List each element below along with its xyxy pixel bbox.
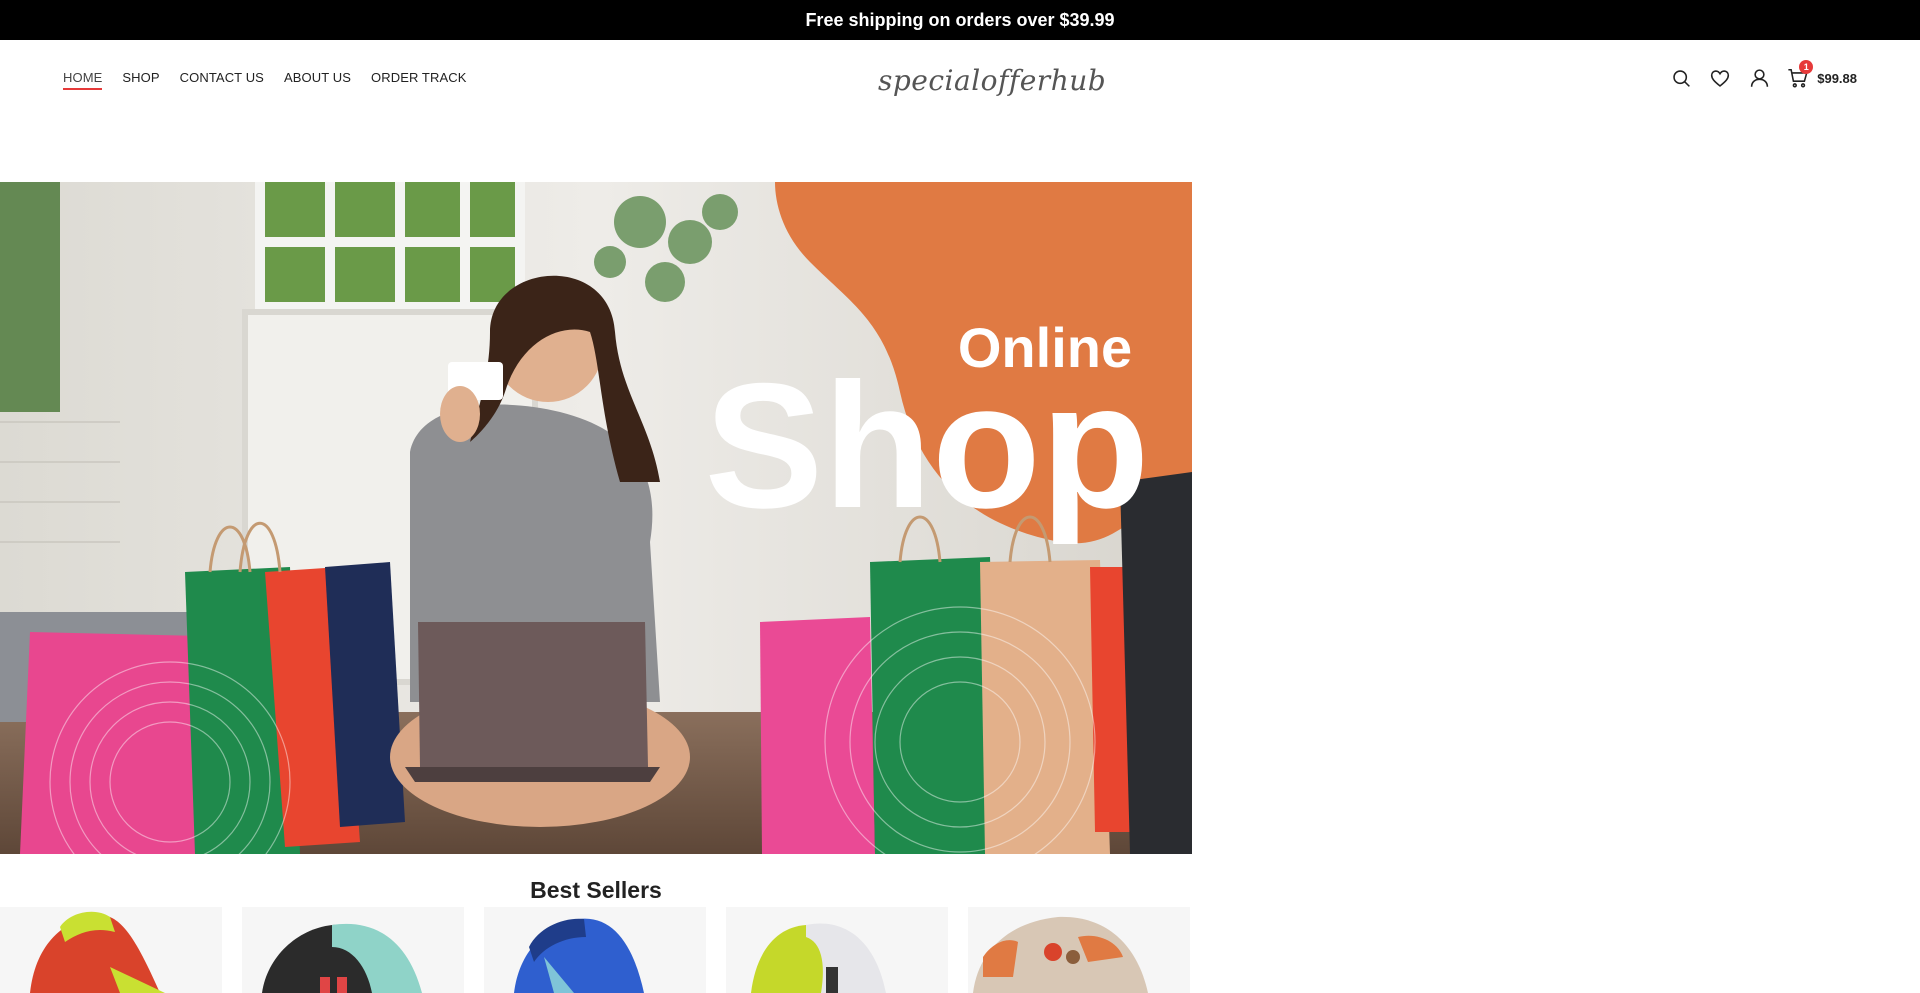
best-sellers-title: Best Sellers: [530, 877, 662, 903]
nav-order-track[interactable]: ORDER TRACK: [371, 70, 466, 90]
product-card[interactable]: [0, 907, 222, 993]
header-actions: 1 $99.88: [1670, 60, 1857, 89]
user-icon[interactable]: [1748, 67, 1770, 89]
product-image-shoe-5: [973, 916, 1148, 993]
announcement-bar: Free shipping on orders over $39.99: [0, 0, 1920, 40]
product-image-shoe-1: [30, 911, 165, 993]
hero-word-shop: Shop: [705, 346, 1150, 545]
cart-total: $99.88: [1817, 70, 1857, 86]
product-image-shoe-2: [262, 923, 422, 993]
product-card[interactable]: [484, 907, 706, 993]
product-card[interactable]: [726, 907, 948, 993]
heart-icon[interactable]: [1709, 67, 1731, 89]
cart-button[interactable]: 1 $99.88: [1787, 60, 1857, 89]
nav-about-us[interactable]: ABOUT US: [284, 70, 351, 90]
product-card[interactable]: [968, 907, 1190, 993]
site-header: HOME SHOP CONTACT US ABOUT US ORDER TRAC…: [0, 40, 1920, 120]
hero-banner[interactable]: Online Shop: [0, 182, 1192, 854]
main-nav: HOME SHOP CONTACT US ABOUT US ORDER TRAC…: [63, 70, 466, 90]
product-image-shoe-3: [514, 918, 644, 993]
cart-count-badge: 1: [1799, 60, 1814, 74]
announcement-text: Free shipping on orders over $39.99: [805, 9, 1115, 30]
product-image-shoe-4: [751, 923, 886, 993]
nav-shop[interactable]: SHOP: [122, 70, 159, 90]
nav-home[interactable]: HOME: [63, 70, 103, 90]
nav-contact-us[interactable]: CONTACT US: [180, 70, 264, 90]
hero-illustration: Online Shop: [0, 182, 1192, 854]
product-carousel: [0, 907, 1192, 993]
product-card[interactable]: [242, 907, 464, 993]
search-icon[interactable]: [1670, 67, 1692, 89]
site-logo[interactable]: specialofferhub: [878, 64, 1106, 97]
